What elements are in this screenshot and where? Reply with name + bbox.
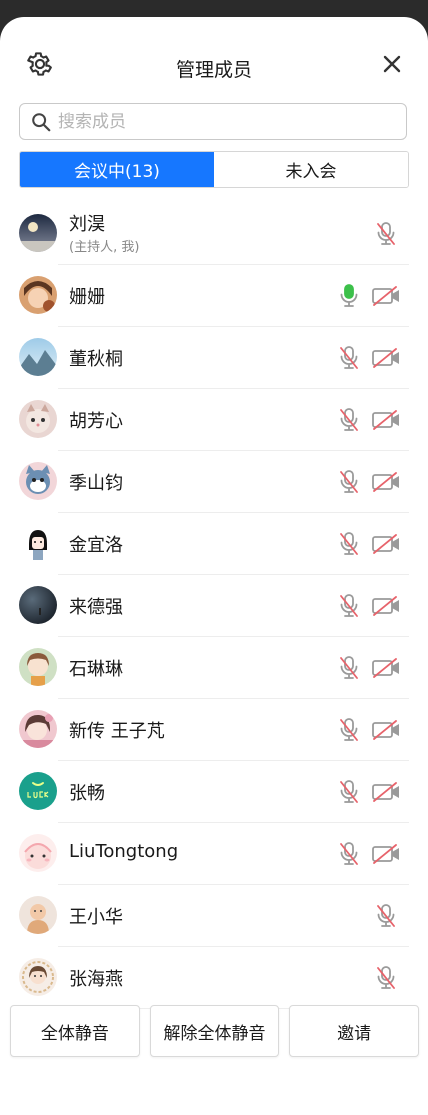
mic-muted-icon[interactable] [336,530,362,558]
list-item[interactable]: 新传 王子芃 [0,699,428,761]
list-item[interactable]: LiuTongtong [0,823,428,885]
close-icon[interactable] [380,52,404,76]
mic-muted-icon[interactable] [336,406,362,434]
list-item[interactable]: 董秋桐 [0,327,428,389]
header: 管理成员 [0,17,428,105]
member-list: 刘淏 (主持人, 我) 姗姗 董秋桐 胡芳心 季山钧 金宜洛 来德强 石琳琳 新… [0,203,428,1009]
mic-muted-icon[interactable] [336,344,362,372]
mic-muted-icon[interactable] [373,964,399,992]
member-name: 刘淏 [69,214,105,235]
mic-muted-icon[interactable] [336,716,362,744]
member-name: 张畅 [69,783,105,804]
member-name: 张海燕 [69,969,123,990]
member-name: 新传 王子芃 [69,721,165,742]
member-name: 季山钧 [69,473,123,494]
list-item[interactable]: 王小华 [0,885,428,947]
member-name: 王小华 [69,907,123,928]
mic-muted-icon[interactable] [336,592,362,620]
list-item[interactable]: 张畅 [0,761,428,823]
avatar [19,214,57,252]
avatar [19,462,57,500]
list-item[interactable]: 胡芳心 [0,389,428,451]
footer-actions: 全体静音 解除全体静音 邀请 [10,1005,420,1057]
camera-off-icon[interactable] [371,656,401,680]
avatar [19,586,57,624]
mute-all-button[interactable]: 全体静音 [10,1005,140,1057]
mic-muted-icon[interactable] [373,220,399,248]
mic-muted-icon[interactable] [336,778,362,806]
avatar [19,648,57,686]
avatar [19,276,57,314]
search-box[interactable] [19,103,407,140]
avatar [19,834,57,872]
avatar [19,710,57,748]
mic-muted-icon[interactable] [336,654,362,682]
camera-off-icon[interactable] [371,470,401,494]
member-name: 石琳琳 [69,659,123,680]
list-item[interactable]: 刘淏 (主持人, 我) [0,203,428,265]
camera-off-icon[interactable] [371,346,401,370]
member-name: 来德强 [69,597,123,618]
mic-on-icon[interactable] [336,282,362,310]
unmute-all-button[interactable]: 解除全体静音 [149,1005,280,1057]
avatar [19,338,57,376]
list-item[interactable]: 石琳琳 [0,637,428,699]
tab-not-joined[interactable]: 未入会 [214,152,408,187]
list-item[interactable]: 张海燕 [0,947,428,1009]
member-tabs: 会议中(13) 未入会 [19,151,409,188]
invite-button[interactable]: 邀请 [289,1005,420,1057]
manage-members-sheet: 管理成员 会议中(13) 未入会 刘淏 (主持人, 我) [0,17,428,1115]
mic-muted-icon[interactable] [373,902,399,930]
page-title: 管理成员 [175,59,252,81]
mic-muted-icon[interactable] [336,468,362,496]
list-item[interactable]: 姗姗 [0,265,428,327]
camera-off-icon[interactable] [371,532,401,556]
camera-off-icon[interactable] [371,284,401,308]
avatar [19,524,57,562]
search-icon [32,112,51,131]
member-name: 姗姗 [69,287,105,308]
member-role: (主持人, 我) [69,240,140,255]
search-input[interactable] [56,110,406,133]
avatar [19,772,57,810]
camera-off-icon[interactable] [371,594,401,618]
list-item[interactable]: 季山钧 [0,451,428,513]
avatar [19,896,57,934]
camera-off-icon[interactable] [371,408,401,432]
avatar [19,400,57,438]
avatar [19,958,57,996]
member-name: LiuTongtong [69,841,179,862]
member-name: 金宜洛 [69,535,123,556]
list-item[interactable]: 金宜洛 [0,513,428,575]
member-name: 胡芳心 [69,411,123,432]
list-item[interactable]: 来德强 [0,575,428,637]
camera-off-icon[interactable] [371,718,401,742]
camera-off-icon[interactable] [371,780,401,804]
tab-in-meeting[interactable]: 会议中(13) [20,152,214,187]
mic-muted-icon[interactable] [336,840,362,868]
camera-off-icon[interactable] [371,842,401,866]
member-name: 董秋桐 [69,349,123,370]
